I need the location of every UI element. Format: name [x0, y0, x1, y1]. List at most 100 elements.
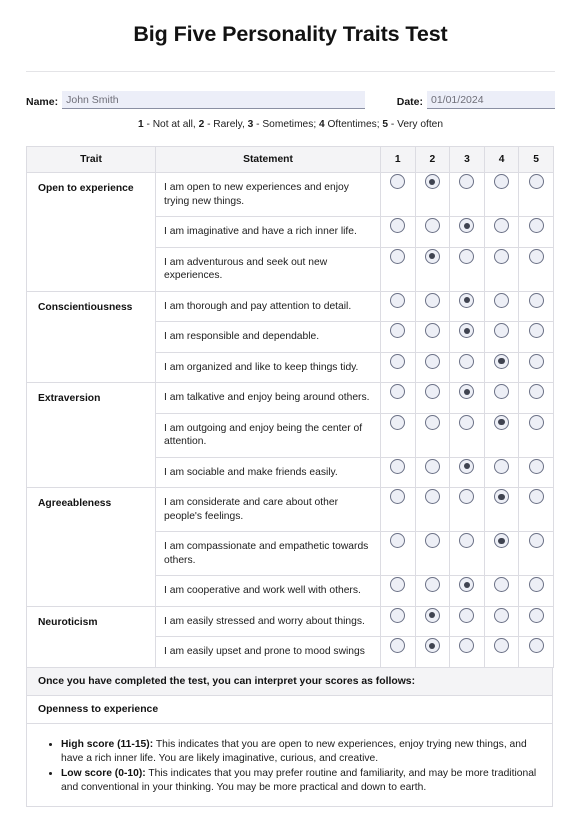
date-input[interactable]: 01/01/2024: [427, 91, 555, 109]
radio-empty-icon[interactable]: [424, 489, 440, 505]
radio-empty-icon[interactable]: [494, 323, 510, 339]
radio-empty-icon[interactable]: [528, 218, 544, 234]
radio-cell-2[interactable]: [414, 321, 451, 353]
radio-empty-icon[interactable]: [494, 218, 510, 234]
radio-selected-icon[interactable]: [494, 533, 510, 549]
radio-empty-icon[interactable]: [390, 533, 406, 549]
radio-cell-3[interactable]: [449, 216, 485, 248]
radio-cell-1[interactable]: [380, 321, 416, 353]
radio-cell-5[interactable]: [518, 172, 554, 217]
radio-cell-2[interactable]: [414, 456, 451, 488]
radio-cell-2[interactable]: [414, 575, 451, 607]
radio-cell-4[interactable]: [483, 605, 520, 637]
radio-cell-2[interactable]: [414, 172, 451, 217]
radio-cell-2[interactable]: [414, 605, 451, 637]
radio-empty-icon[interactable]: [528, 607, 544, 623]
radio-selected-icon[interactable]: [459, 577, 475, 593]
radio-cell-1[interactable]: [380, 172, 416, 217]
radio-empty-icon[interactable]: [390, 292, 406, 308]
radio-empty-icon[interactable]: [494, 458, 510, 474]
radio-cell-5[interactable]: [518, 487, 554, 532]
radio-selected-icon[interactable]: [494, 353, 510, 369]
radio-cell-2[interactable]: [414, 636, 451, 668]
radio-cell-3[interactable]: [449, 487, 485, 532]
radio-empty-icon[interactable]: [494, 292, 510, 308]
radio-empty-icon[interactable]: [528, 577, 544, 593]
radio-cell-2[interactable]: [414, 531, 451, 576]
radio-empty-icon[interactable]: [459, 174, 475, 190]
radio-empty-icon[interactable]: [424, 577, 440, 593]
radio-cell-1[interactable]: [380, 575, 416, 607]
radio-cell-3[interactable]: [449, 382, 485, 414]
radio-cell-3[interactable]: [449, 575, 485, 607]
radio-empty-icon[interactable]: [528, 458, 544, 474]
radio-empty-icon[interactable]: [494, 577, 510, 593]
radio-cell-4[interactable]: [483, 382, 520, 414]
radio-cell-3[interactable]: [449, 412, 485, 458]
radio-cell-5[interactable]: [518, 412, 554, 458]
radio-empty-icon[interactable]: [494, 248, 510, 264]
radio-cell-4[interactable]: [483, 351, 520, 383]
radio-empty-icon[interactable]: [494, 638, 510, 654]
radio-cell-5[interactable]: [518, 246, 554, 292]
radio-empty-icon[interactable]: [390, 577, 406, 593]
radio-empty-icon[interactable]: [424, 323, 440, 339]
radio-cell-3[interactable]: [449, 351, 485, 383]
radio-selected-icon[interactable]: [459, 458, 475, 474]
radio-cell-4[interactable]: [483, 575, 520, 607]
radio-cell-2[interactable]: [414, 351, 451, 383]
radio-cell-1[interactable]: [380, 487, 416, 532]
radio-cell-1[interactable]: [380, 382, 416, 414]
radio-cell-3[interactable]: [449, 456, 485, 488]
radio-selected-icon[interactable]: [494, 489, 510, 505]
radio-cell-5[interactable]: [518, 636, 554, 668]
radio-cell-1[interactable]: [380, 351, 416, 383]
radio-cell-1[interactable]: [380, 531, 416, 576]
radio-selected-icon[interactable]: [459, 384, 475, 400]
radio-selected-icon[interactable]: [459, 218, 475, 234]
radio-cell-1[interactable]: [380, 412, 416, 458]
radio-cell-2[interactable]: [414, 487, 451, 532]
radio-empty-icon[interactable]: [390, 607, 406, 623]
radio-cell-2[interactable]: [414, 412, 451, 458]
radio-empty-icon[interactable]: [459, 414, 475, 430]
radio-cell-1[interactable]: [380, 605, 416, 637]
radio-cell-3[interactable]: [449, 172, 485, 217]
radio-cell-5[interactable]: [518, 290, 554, 322]
radio-selected-icon[interactable]: [424, 248, 440, 264]
radio-cell-1[interactable]: [380, 246, 416, 292]
radio-cell-5[interactable]: [518, 351, 554, 383]
radio-cell-4[interactable]: [483, 412, 520, 458]
radio-empty-icon[interactable]: [390, 489, 406, 505]
radio-empty-icon[interactable]: [459, 353, 475, 369]
radio-cell-2[interactable]: [414, 216, 451, 248]
radio-cell-4[interactable]: [483, 456, 520, 488]
radio-cell-4[interactable]: [483, 172, 520, 217]
radio-selected-icon[interactable]: [494, 414, 510, 430]
radio-cell-1[interactable]: [380, 290, 416, 322]
radio-empty-icon[interactable]: [459, 489, 475, 505]
radio-empty-icon[interactable]: [390, 248, 406, 264]
radio-empty-icon[interactable]: [528, 323, 544, 339]
radio-empty-icon[interactable]: [390, 458, 406, 474]
radio-selected-icon[interactable]: [459, 323, 475, 339]
radio-empty-icon[interactable]: [424, 353, 440, 369]
radio-empty-icon[interactable]: [424, 218, 440, 234]
radio-cell-1[interactable]: [380, 636, 416, 668]
radio-selected-icon[interactable]: [424, 174, 440, 190]
radio-selected-icon[interactable]: [459, 292, 475, 308]
radio-selected-icon[interactable]: [424, 607, 440, 623]
radio-cell-3[interactable]: [449, 605, 485, 637]
radio-empty-icon[interactable]: [528, 384, 544, 400]
radio-empty-icon[interactable]: [528, 174, 544, 190]
radio-empty-icon[interactable]: [390, 174, 406, 190]
radio-empty-icon[interactable]: [494, 607, 510, 623]
radio-cell-3[interactable]: [449, 531, 485, 576]
radio-empty-icon[interactable]: [528, 248, 544, 264]
radio-cell-1[interactable]: [380, 456, 416, 488]
radio-cell-4[interactable]: [483, 290, 520, 322]
radio-cell-4[interactable]: [483, 321, 520, 353]
radio-cell-3[interactable]: [449, 321, 485, 353]
radio-empty-icon[interactable]: [494, 174, 510, 190]
radio-empty-icon[interactable]: [424, 414, 440, 430]
